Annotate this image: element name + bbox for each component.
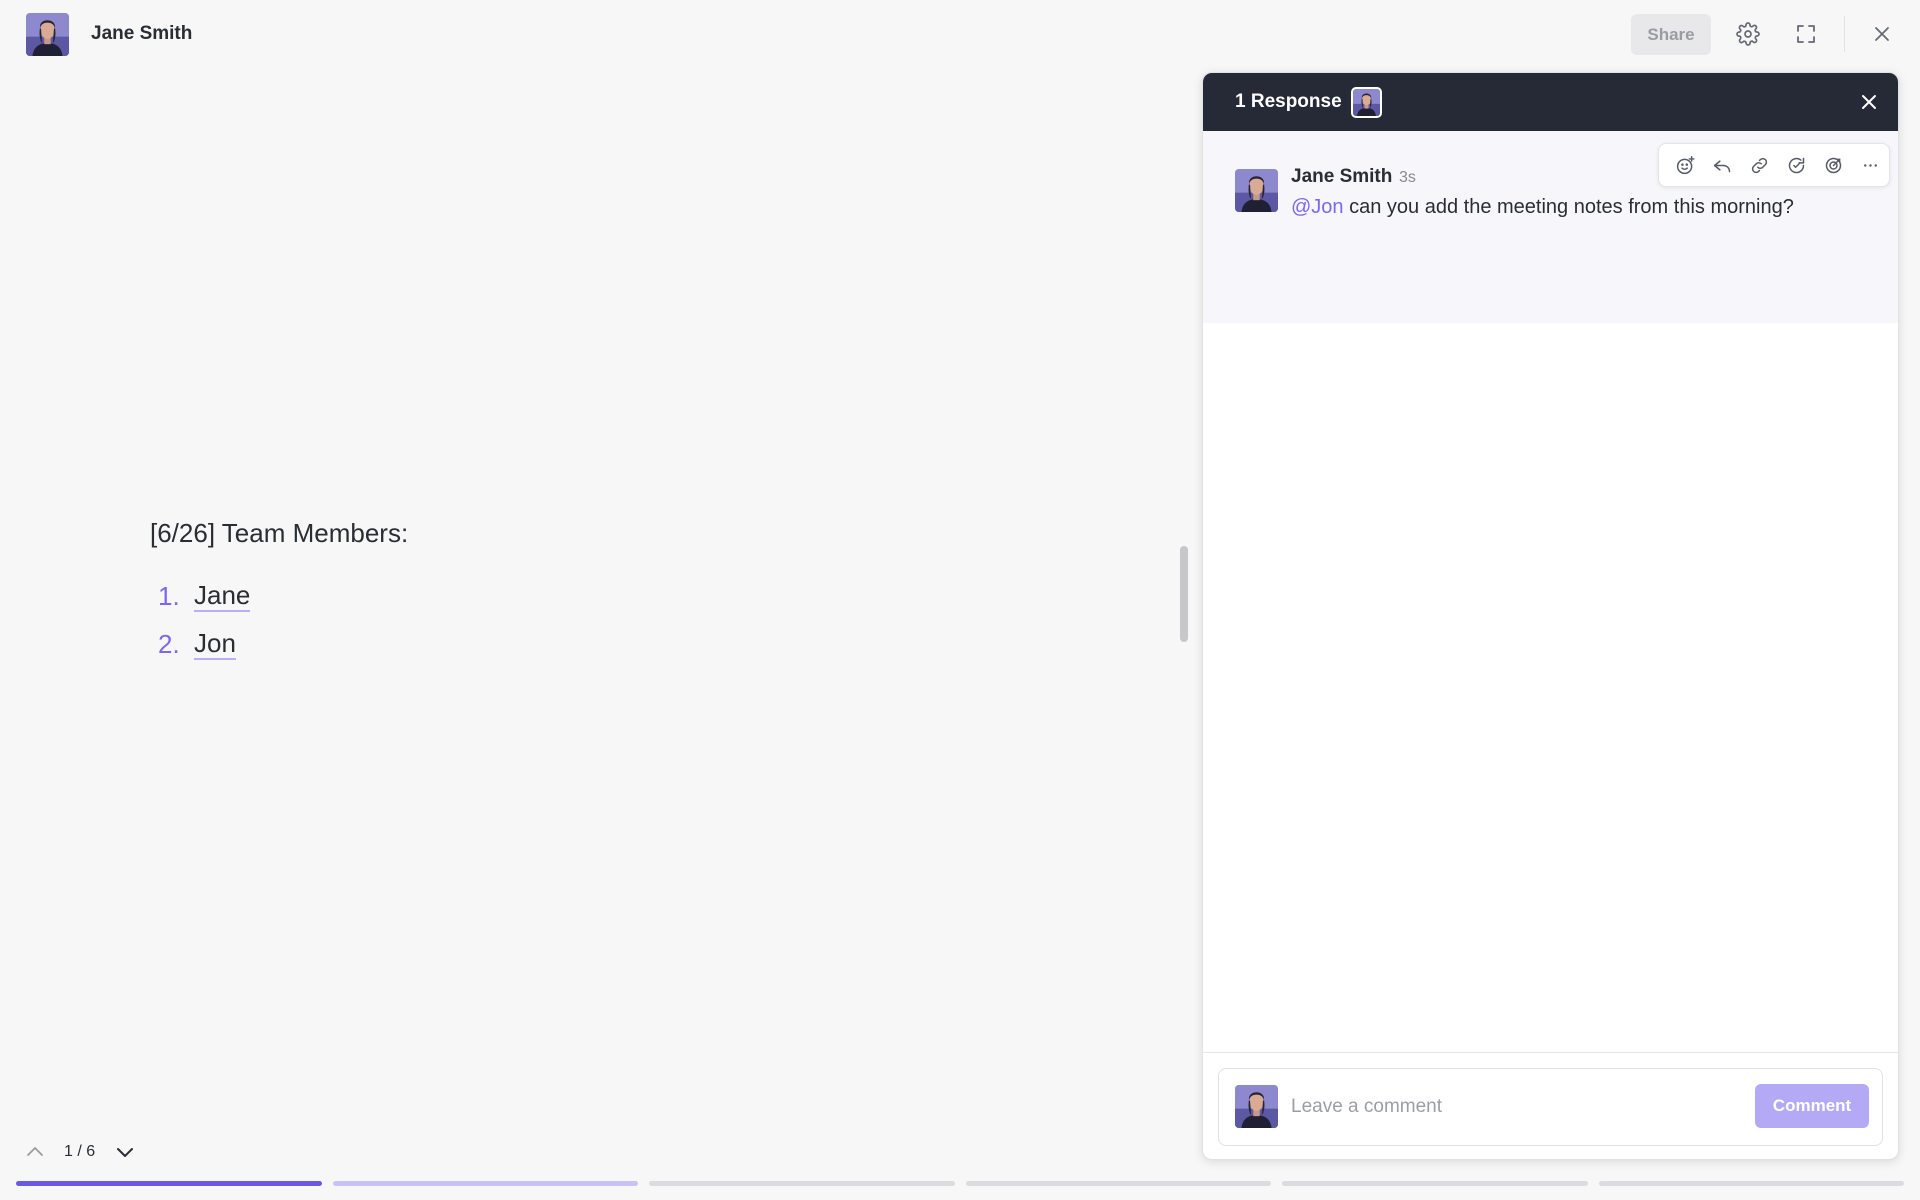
avatar[interactable]	[26, 13, 69, 56]
page-progress	[16, 1181, 1904, 1186]
comment-text: @Jon can you add the meeting notes from …	[1291, 196, 1794, 219]
progress-segment[interactable]	[1282, 1181, 1588, 1186]
avatar[interactable]	[1235, 169, 1278, 212]
response-count: 1 Response	[1235, 91, 1342, 112]
list-item-text[interactable]: Jane	[194, 580, 251, 612]
comment-author: Jane Smith	[1291, 166, 1393, 187]
add-reaction-icon[interactable]	[1667, 150, 1704, 180]
user-name: Jane Smith	[91, 23, 193, 44]
divider	[1844, 16, 1845, 52]
progress-segment[interactable]	[16, 1181, 322, 1186]
comments-panel: 1 Response Jane Smith 3s @Jon can you ad…	[1202, 72, 1899, 1160]
top-bar: Jane Smith Share	[0, 0, 1920, 70]
list-item-text[interactable]: Jon	[194, 628, 236, 660]
expand-icon[interactable]	[1792, 20, 1820, 48]
list-item[interactable]: 1. Jane	[150, 572, 251, 620]
comment-actions-toolbar	[1658, 143, 1890, 187]
assign-icon[interactable]	[1815, 150, 1852, 180]
comment-body: can you add the meeting notes from this …	[1343, 196, 1794, 218]
progress-segment[interactable]	[965, 1181, 1271, 1186]
panel-header: 1 Response	[1203, 73, 1898, 131]
close-icon[interactable]	[1857, 90, 1881, 114]
team-members-list: 1. Jane 2. Jon	[150, 572, 251, 668]
list-number: 2.	[158, 628, 180, 659]
comment-composer: Comment	[1218, 1068, 1883, 1146]
progress-segment[interactable]	[1598, 1181, 1904, 1186]
reopen-icon[interactable]	[1778, 150, 1815, 180]
list-number: 1.	[158, 580, 180, 611]
chevron-up-icon[interactable]	[23, 1140, 47, 1164]
share-button[interactable]: Share	[1631, 14, 1711, 55]
page-counter: 1 / 6	[64, 1143, 96, 1160]
mention-link[interactable]: @Jon	[1291, 196, 1344, 218]
close-icon[interactable]	[1868, 20, 1896, 48]
progress-segment[interactable]	[332, 1181, 638, 1186]
link-icon[interactable]	[1741, 150, 1778, 180]
scrollbar-handle[interactable]	[1180, 546, 1188, 642]
gear-icon[interactable]	[1734, 20, 1762, 48]
more-icon[interactable]	[1852, 150, 1889, 180]
reply-icon[interactable]	[1704, 150, 1741, 180]
document-title[interactable]: [6/26] Team Members:	[150, 518, 408, 549]
comment-input[interactable]	[1291, 1091, 1731, 1123]
comment-button[interactable]: Comment	[1755, 1084, 1869, 1128]
divider	[1203, 1052, 1898, 1053]
chevron-down-icon[interactable]	[113, 1140, 137, 1164]
progress-segment[interactable]	[649, 1181, 955, 1186]
comment-time: 3s	[1399, 169, 1416, 186]
avatar	[1351, 87, 1382, 118]
avatar	[1235, 1085, 1278, 1128]
list-item[interactable]: 2. Jon	[150, 620, 250, 668]
